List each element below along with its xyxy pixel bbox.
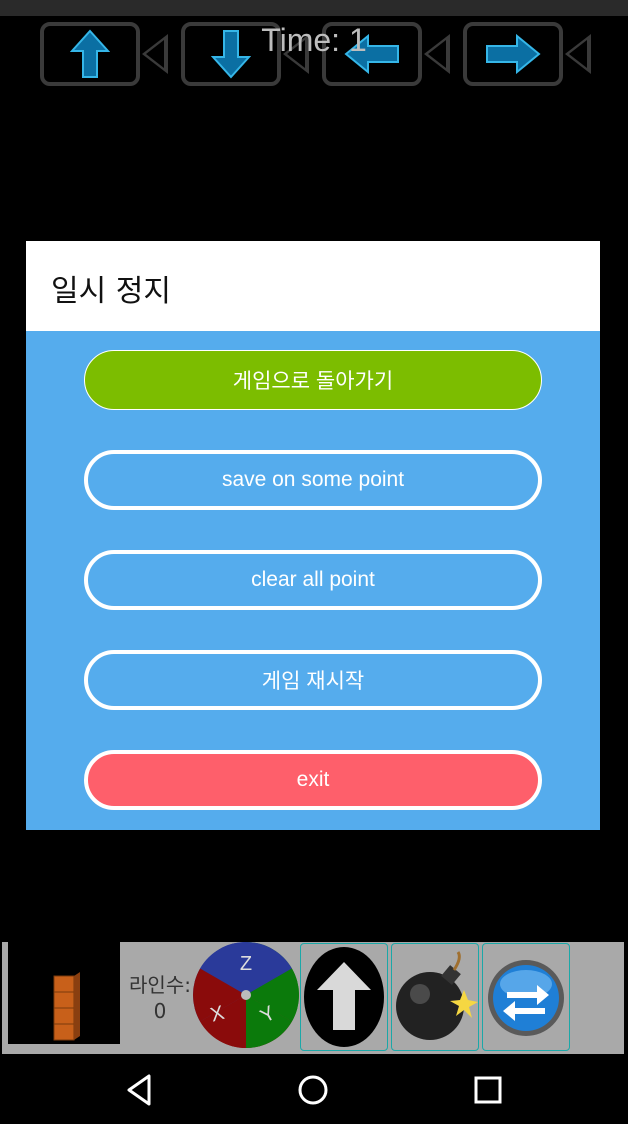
home-button[interactable] xyxy=(293,1072,333,1108)
clear-points-button[interactable]: clear all point xyxy=(84,550,542,610)
next-block-preview xyxy=(8,942,120,1044)
swap-button[interactable] xyxy=(482,943,570,1051)
back-triangle-icon xyxy=(127,1074,151,1106)
drop-button[interactable] xyxy=(300,943,388,1051)
lines-count: 0 xyxy=(153,999,167,1023)
home-circle-icon xyxy=(298,1075,328,1105)
axis-z-label: Z xyxy=(240,953,252,975)
exit-button[interactable]: exit xyxy=(84,750,542,810)
navigation-bar xyxy=(0,1054,628,1124)
recents-button[interactable] xyxy=(468,1072,508,1108)
rotation-wheel-icon: Z X Y xyxy=(192,941,300,1049)
status-bar xyxy=(0,0,628,16)
pause-dialog: 일시 정지 게임으로 돌아가기 save on some point clear… xyxy=(26,241,600,830)
resume-game-button[interactable]: 게임으로 돌아가기 xyxy=(84,350,542,410)
up-arrow-oval-icon xyxy=(304,947,384,1047)
swap-arrows-icon xyxy=(488,960,564,1036)
save-point-button[interactable]: save on some point xyxy=(84,450,542,510)
block-piece-icon xyxy=(53,972,80,1041)
dialog-header: 일시 정지 xyxy=(26,241,600,331)
dialog-title: 일시 정지 xyxy=(51,274,171,309)
bomb-button[interactable] xyxy=(391,943,479,1051)
bottom-toolbar: 라인수: 0 Z X Y xyxy=(2,941,624,1054)
back-button[interactable] xyxy=(119,1072,159,1108)
restart-game-button[interactable]: 게임 재시작 xyxy=(84,650,542,710)
rotation-axis-wheel[interactable]: Z X Y xyxy=(192,941,300,1049)
bomb-icon xyxy=(396,951,478,1040)
lines-counter: 라인수: 0 xyxy=(124,972,196,1024)
lines-label: 라인수: xyxy=(129,973,191,997)
timer-text: Time: 1 xyxy=(261,22,367,58)
recents-square-icon xyxy=(474,1076,502,1104)
